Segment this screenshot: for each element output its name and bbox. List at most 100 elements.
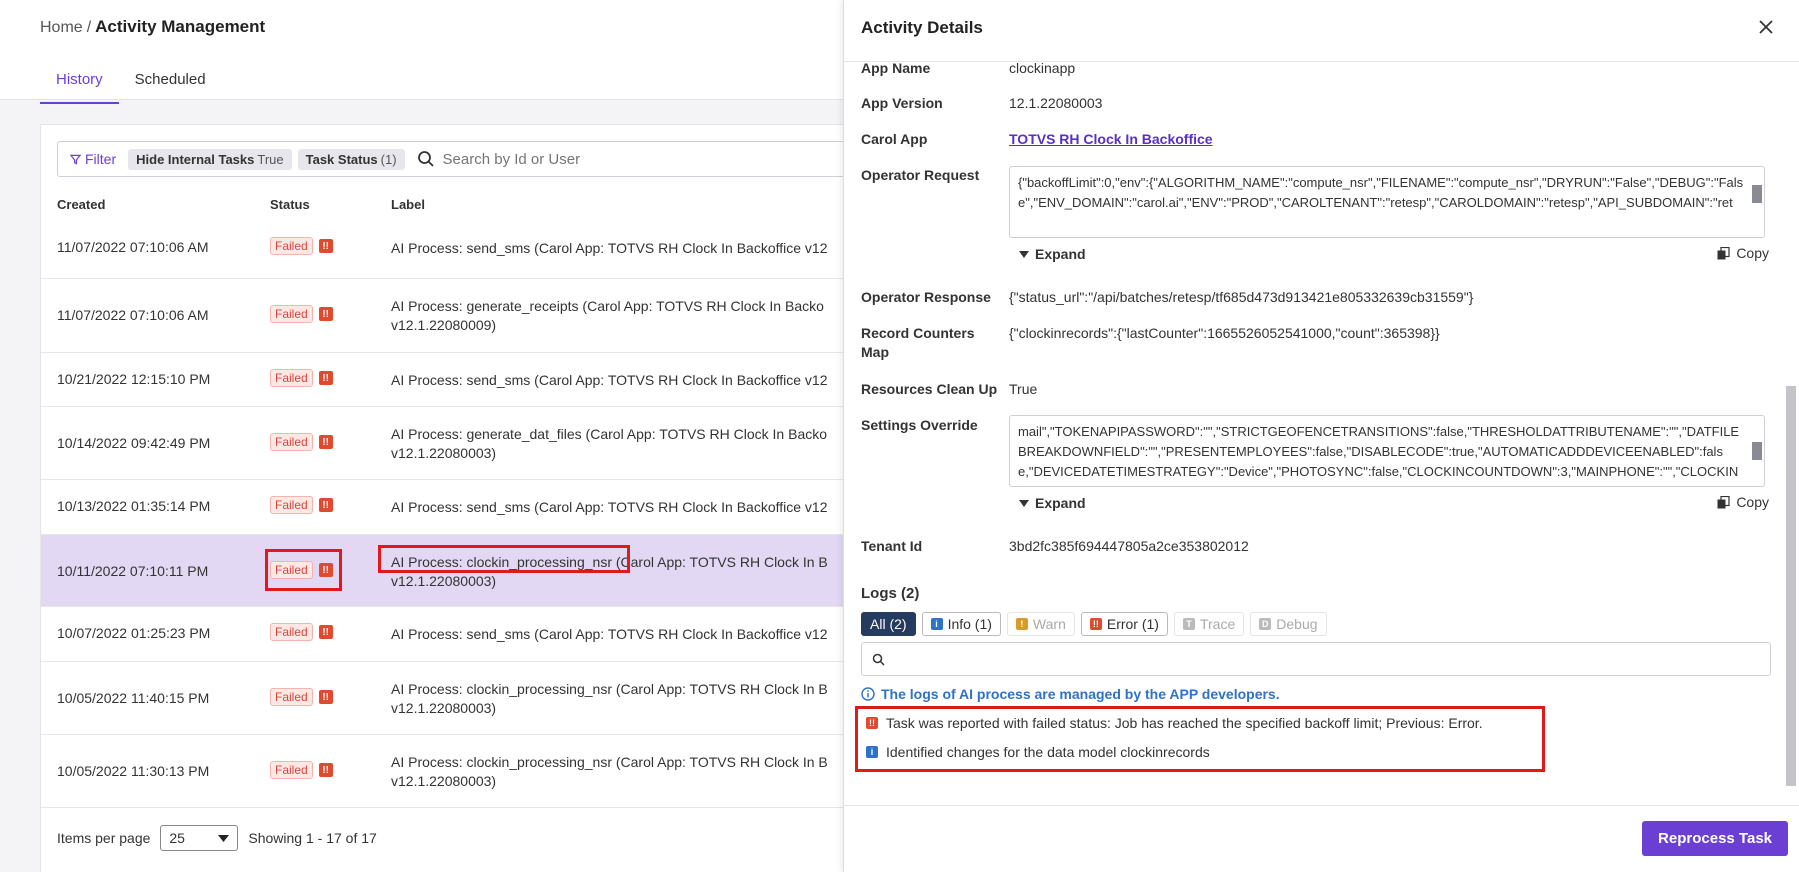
label-line: v12.1.22080003) (391, 445, 497, 461)
highlight-box-status (265, 549, 342, 591)
logs-title: Logs (2) (861, 585, 920, 602)
log-tab-debug[interactable]: D Debug (1250, 612, 1327, 636)
status-badge: Failed (270, 237, 313, 255)
log-entry-info[interactable]: i Identified changes for the data model c… (866, 744, 1210, 760)
table-row[interactable]: 10/07/2022 01:25:23 PM Failed!! AI Proce… (41, 607, 861, 662)
caret-down-icon (1019, 250, 1029, 258)
log-entry-text: Identified changes for the data model cl… (886, 744, 1210, 760)
table-row[interactable]: 10/13/2022 01:35:14 PM Failed!! AI Proce… (41, 480, 861, 535)
label-line: v12.1.22080003) (391, 700, 497, 716)
log-tab-label: All (2) (870, 616, 907, 632)
log-tab-info[interactable]: i Info (1) (921, 612, 1001, 636)
label-cell: AI Process: generate_dat_files (Carol Ap… (391, 425, 861, 463)
created-cell: 10/05/2022 11:30:13 PM (57, 763, 210, 779)
record-counters-value: {"clockinrecords":{"lastCounter":1665526… (1009, 325, 1440, 341)
scroll-thumb[interactable] (1752, 185, 1762, 203)
settings-override-copy-button[interactable]: Copy (1717, 494, 1769, 510)
settings-override-value: mail","TOKENAPIPASSWORD":"","STRICTGEOFE… (1018, 424, 1740, 486)
table-row[interactable]: 11/07/2022 07:10:06 AM Failed!! AI Proce… (41, 279, 861, 353)
settings-override-scrollbar[interactable] (1751, 418, 1763, 484)
label-line: AI Process: send_sms (Carol App: TOTVS R… (391, 372, 828, 388)
column-header-created[interactable]: Created (57, 197, 105, 212)
error-icon: !! (318, 690, 333, 704)
app-name-value: clockinapp (1009, 60, 1076, 76)
table-row[interactable]: 10/05/2022 11:30:13 PM Failed!! AI Proce… (41, 735, 861, 808)
chip-name: Task Status (305, 151, 378, 167)
created-cell: 10/14/2022 09:42:49 PM (57, 435, 211, 451)
operator-request-value: {"backoffLimit":0,"env":{"ALGORITHM_NAME… (1018, 175, 1744, 210)
label-cell: AI Process: generate_receipts (Carol App… (391, 297, 861, 335)
search-input[interactable] (442, 150, 743, 168)
chevron-down-icon (218, 834, 230, 842)
breadcrumb-separator: / (86, 19, 92, 36)
log-tab-trace[interactable]: T Trace (1173, 612, 1245, 636)
carol-app-label: Carol App (861, 131, 928, 147)
expand-label: Expand (1035, 495, 1086, 511)
settings-override-code[interactable]: mail","TOKENAPIPASSWORD":"","STRICTGEOFE… (1009, 415, 1765, 487)
log-tab-warn[interactable]: ! Warn (1006, 612, 1075, 636)
error-icon: !! (1089, 618, 1102, 630)
chip-name: Hide Internal Tasks (136, 151, 255, 167)
table-row[interactable]: 10/14/2022 09:42:49 PM Failed!! AI Proce… (41, 407, 861, 480)
caret-down-icon (1019, 499, 1029, 507)
record-counters-label: Record Counters Map (861, 325, 975, 360)
operator-request-scrollbar[interactable] (1751, 169, 1763, 235)
page-title: Activity Management (95, 17, 266, 36)
table-row[interactable]: 10/05/2022 11:40:15 PM Failed!! AI Proce… (41, 662, 861, 735)
log-entry-error[interactable]: !! Task was reported with failed status: … (866, 715, 1483, 731)
log-tab-error[interactable]: !! Error (1) (1080, 612, 1168, 636)
filter-bar: Filter Hide Internal Tasks True Task Stat… (57, 141, 857, 177)
created-cell: 11/07/2022 07:10:06 AM (57, 307, 209, 323)
label-cell: AI Process: clockin_processing_nsr (Caro… (391, 753, 861, 791)
table-row[interactable]: 11/07/2022 07:10:06 AM Failed!! AI Proce… (41, 217, 861, 279)
log-search-input[interactable] (861, 642, 1771, 676)
close-button[interactable] (1758, 16, 1774, 40)
items-per-page-select[interactable]: 25 (160, 825, 239, 851)
tab-scheduled[interactable]: Scheduled (119, 60, 222, 104)
log-level-tabs: All (2) i Info (1) ! Warn !! Error (1) T Tra… (861, 612, 1327, 636)
operator-request-code[interactable]: {"backoffLimit":0,"env":{"ALGORITHM_NAME… (1009, 166, 1765, 238)
error-icon: !! (318, 763, 333, 777)
operator-request-expand-button[interactable]: Expand (1019, 246, 1086, 262)
app-name-label: App Name (861, 60, 931, 76)
log-tab-all[interactable]: All (2) (861, 612, 916, 636)
label-line: AI Process: clockin_processing_nsr (Caro… (391, 754, 828, 770)
reprocess-task-button[interactable]: Reprocess Task (1642, 821, 1788, 856)
resources-clean-up-label: Resources Clean Up (861, 381, 998, 397)
drawer-scrollbar[interactable] (1785, 64, 1797, 804)
chip-value: (1) (380, 151, 397, 167)
label-cell: AI Process: send_sms (Carol App: TOTVS R… (391, 498, 861, 517)
created-cell: 11/07/2022 07:10:06 AM (57, 239, 209, 255)
table-row-selected[interactable]: 10/11/2022 07:10:11 PM Failed!! AI Proce… (41, 535, 861, 607)
breadcrumb-home[interactable]: Home (40, 19, 83, 36)
label-cell: AI Process: send_sms (Carol App: TOTVS R… (391, 371, 861, 390)
log-tab-label: Info (1) (947, 616, 992, 632)
label-cell: AI Process: clockin_processing_nsr (Caro… (391, 680, 861, 718)
operator-response-label: Operator Response (861, 289, 991, 305)
label-line: AI Process: send_sms (Carol App: TOTVS R… (391, 499, 828, 515)
table-row[interactable]: 10/21/2022 12:15:10 PM Failed!! AI Proce… (41, 353, 861, 407)
error-icon: !! (866, 717, 878, 729)
status-cell: Failed!! (270, 623, 333, 641)
column-header-status[interactable]: Status (270, 197, 310, 212)
drawer-scroll-thumb[interactable] (1786, 386, 1796, 786)
column-header-label[interactable]: Label (391, 197, 425, 212)
operator-response-value: {"status_url":"/api/batches/retesp/tf685… (1009, 289, 1474, 305)
info-icon: i (866, 746, 878, 758)
filter-chip-task-status[interactable]: Task Status (1) (297, 148, 405, 170)
operator-request-copy-button[interactable]: Copy (1717, 245, 1769, 261)
warning-icon: ! (1015, 618, 1028, 630)
log-tab-label: Trace (1199, 616, 1236, 632)
app-version-label: App Version (861, 95, 943, 111)
debug-icon: D (1259, 618, 1272, 630)
carol-app-link[interactable]: TOTVS RH Clock In Backoffice (1009, 130, 1213, 149)
scroll-thumb[interactable] (1752, 442, 1762, 460)
filter-button[interactable]: Filter (70, 151, 116, 167)
tab-history[interactable]: History (40, 60, 119, 104)
filter-chip-hide-internal[interactable]: Hide Internal Tasks True (128, 148, 292, 170)
label-line: AI Process: send_sms (Carol App: TOTVS R… (391, 626, 828, 642)
created-cell: 10/07/2022 01:25:23 PM (57, 625, 211, 641)
drawer-header: Activity Details (844, 0, 1799, 62)
tab-bar: History Scheduled (40, 60, 222, 104)
settings-override-expand-button[interactable]: Expand (1019, 495, 1086, 511)
